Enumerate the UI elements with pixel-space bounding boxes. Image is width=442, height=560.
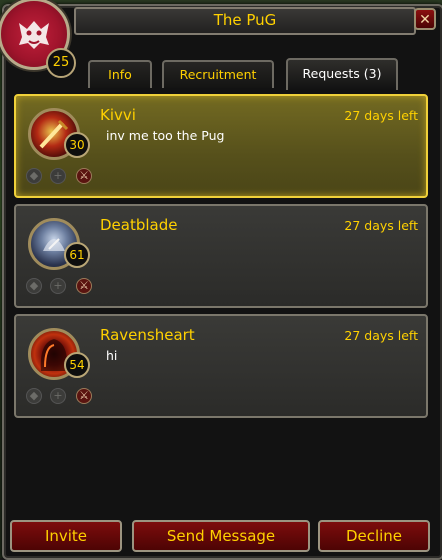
player-name: Deatblade (100, 216, 178, 234)
damage-role-icon: ⚔ (76, 388, 92, 404)
tab-info[interactable]: Info (88, 60, 152, 88)
tab-recruitment-label: Recruitment (179, 67, 257, 82)
tank-role-icon: ◆ (26, 388, 42, 404)
player-level: 54 (69, 358, 85, 372)
decline-button-label: Decline (345, 527, 403, 545)
player-name: Kivvi (100, 106, 136, 124)
damage-role-icon: ⚔ (76, 278, 92, 294)
time-left: 27 days left (344, 218, 418, 233)
window-title: The PuG (74, 7, 416, 35)
invite-button-label: Invite (44, 527, 88, 545)
healer-role-icon: + (50, 168, 66, 184)
close-button[interactable]: ✕ (414, 8, 436, 30)
damage-role-icon: ⚔ (76, 168, 92, 184)
tab-requests[interactable]: Requests (3) (286, 58, 398, 90)
healer-role-icon: + (50, 278, 66, 294)
decline-button[interactable]: Decline (318, 520, 430, 552)
send-message-button[interactable]: Send Message (132, 520, 310, 552)
invite-button[interactable]: Invite (10, 520, 122, 552)
request-row[interactable]: 30 Kivvi 27 days left inv me too the Pug… (14, 94, 428, 198)
window-title-text: The PuG (213, 11, 277, 29)
player-level: 61 (69, 248, 85, 262)
player-level-badge: 30 (64, 132, 90, 158)
player-name: Ravensheart (100, 326, 195, 344)
tank-role-icon: ◆ (26, 168, 42, 184)
tab-info-label: Info (108, 67, 132, 82)
boar-crest-icon (19, 21, 49, 49)
request-row[interactable]: 54 Ravensheart 27 days left hi ◆ + ⚔ (14, 314, 428, 418)
time-left: 27 days left (344, 108, 418, 123)
request-list: 30 Kivvi 27 days left inv me too the Pug… (14, 94, 428, 514)
healer-role-icon: + (50, 388, 66, 404)
group-level: 25 (52, 55, 70, 70)
tab-recruitment[interactable]: Recruitment (162, 60, 274, 88)
request-message: inv me too the Pug (106, 128, 225, 143)
time-left: 27 days left (344, 328, 418, 343)
player-level: 30 (69, 138, 85, 152)
player-level-badge: 61 (64, 242, 90, 268)
close-icon: ✕ (419, 12, 431, 28)
send-message-button-label: Send Message (166, 527, 276, 545)
request-row[interactable]: 61 Deatblade 27 days left ◆ + ⚔ (14, 204, 428, 308)
tank-role-icon: ◆ (26, 278, 42, 294)
group-level-badge: 25 (46, 48, 76, 78)
player-level-badge: 54 (64, 352, 90, 378)
request-message: hi (106, 348, 118, 363)
tab-requests-label: Requests (3) (302, 66, 382, 81)
